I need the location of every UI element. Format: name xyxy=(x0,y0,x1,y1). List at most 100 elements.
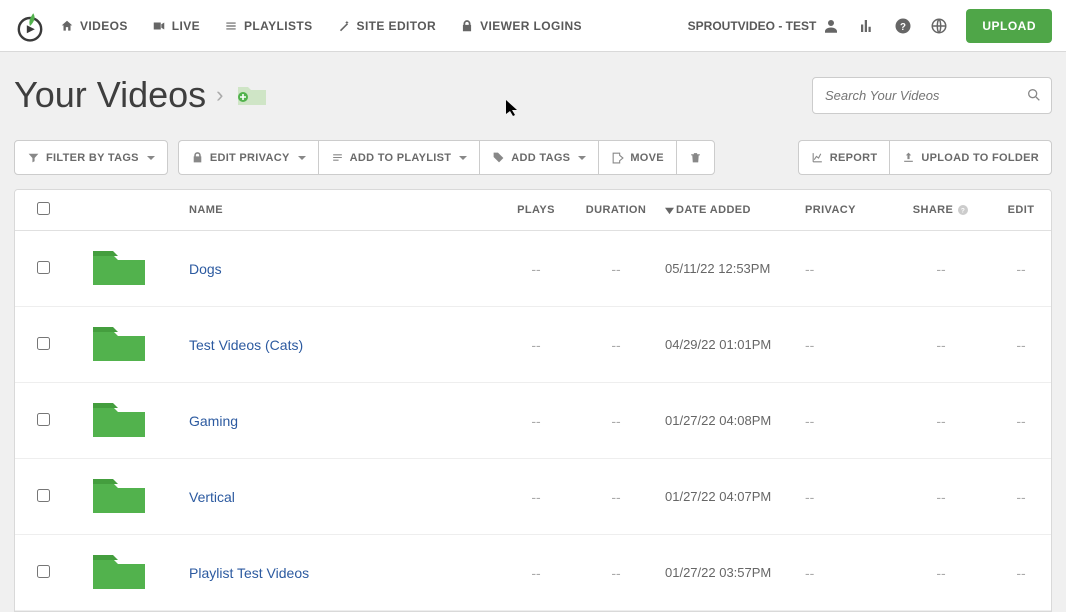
filter-by-tags-button[interactable]: FILTER BY TAGS xyxy=(14,140,168,175)
svg-text:?: ? xyxy=(961,208,965,215)
edit-cell: -- xyxy=(991,413,1051,429)
nav-live[interactable]: LIVE xyxy=(152,19,200,33)
row-checkbox[interactable] xyxy=(37,337,50,350)
plays-cell: -- xyxy=(501,565,571,581)
row-checkbox[interactable] xyxy=(37,565,50,578)
plays-cell: -- xyxy=(501,413,571,429)
row-checkbox[interactable] xyxy=(37,489,50,502)
globe-icon[interactable] xyxy=(930,17,948,35)
move-button[interactable]: MOVE xyxy=(598,140,676,175)
tag-icon xyxy=(492,151,505,164)
report-button[interactable]: REPORT xyxy=(798,140,890,175)
col-duration[interactable]: DURATION xyxy=(571,204,661,216)
account-menu[interactable]: SPROUTVIDEO - TEST xyxy=(688,17,841,35)
folder-icon[interactable] xyxy=(89,321,149,365)
table-header: NAME PLAYS DURATION DATE ADDED PRIVACY S… xyxy=(15,190,1051,231)
row-checkbox[interactable] xyxy=(37,413,50,426)
wand-icon xyxy=(337,19,351,33)
col-privacy[interactable]: PRIVACY xyxy=(801,204,891,216)
col-date-added[interactable]: DATE ADDED xyxy=(661,204,801,216)
search-wrap xyxy=(812,77,1052,114)
search-input[interactable] xyxy=(812,77,1052,114)
nav-site-editor[interactable]: SITE EDITOR xyxy=(337,19,437,33)
breadcrumb-chevron-icon: › xyxy=(216,82,223,108)
date-cell: 01/27/22 04:08PM xyxy=(661,413,801,428)
plays-cell: -- xyxy=(501,261,571,277)
privacy-cell: -- xyxy=(801,565,891,581)
privacy-cell: -- xyxy=(801,261,891,277)
filter-icon xyxy=(27,151,40,164)
share-cell: -- xyxy=(891,413,991,429)
col-share[interactable]: SHARE? xyxy=(891,204,991,216)
edit-privacy-button[interactable]: EDIT PRIVACY xyxy=(178,140,318,175)
duration-cell: -- xyxy=(571,261,661,277)
upload-button[interactable]: UPLOAD xyxy=(966,9,1052,43)
edit-cell: -- xyxy=(991,489,1051,505)
chart-icon xyxy=(811,151,824,164)
folder-name-link[interactable]: Dogs xyxy=(189,261,222,277)
date-cell: 01/27/22 04:07PM xyxy=(661,489,801,504)
edit-cell: -- xyxy=(991,261,1051,277)
sort-desc-icon xyxy=(665,206,674,215)
delete-button[interactable] xyxy=(676,140,715,175)
lock-icon xyxy=(191,151,204,164)
home-icon xyxy=(60,19,74,33)
lock-icon xyxy=(460,19,474,33)
add-to-playlist-button[interactable]: ADD TO PLAYLIST xyxy=(318,140,480,175)
table-row: Playlist Test Videos -- -- 01/27/22 03:5… xyxy=(15,535,1051,611)
nav-videos[interactable]: VIDEOS xyxy=(60,19,128,33)
share-cell: -- xyxy=(891,489,991,505)
duration-cell: -- xyxy=(571,413,661,429)
new-folder-button[interactable] xyxy=(234,83,270,107)
row-checkbox[interactable] xyxy=(37,261,50,274)
svg-text:?: ? xyxy=(900,21,906,32)
edit-cell: -- xyxy=(991,337,1051,353)
plays-cell: -- xyxy=(501,337,571,353)
table-row: Gaming -- -- 01/27/22 04:08PM -- -- -- xyxy=(15,383,1051,459)
logo-icon xyxy=(14,10,46,42)
playlist-icon xyxy=(331,151,344,164)
col-edit[interactable]: EDIT xyxy=(991,204,1051,216)
folder-name-link[interactable]: Test Videos (Cats) xyxy=(189,337,303,353)
analytics-icon[interactable] xyxy=(858,17,876,35)
privacy-cell: -- xyxy=(801,337,891,353)
folder-name-link[interactable]: Vertical xyxy=(189,489,235,505)
folder-icon[interactable] xyxy=(89,245,149,289)
nav-viewer-logins[interactable]: VIEWER LOGINS xyxy=(460,19,582,33)
plays-cell: -- xyxy=(501,489,571,505)
folder-name-link[interactable]: Gaming xyxy=(189,413,238,429)
date-cell: 01/27/22 03:57PM xyxy=(661,565,801,580)
duration-cell: -- xyxy=(571,337,661,353)
page-title: Your Videos › xyxy=(14,74,270,116)
search-icon[interactable] xyxy=(1026,87,1042,103)
upload-icon xyxy=(902,151,915,164)
share-cell: -- xyxy=(891,261,991,277)
upload-to-folder-button[interactable]: UPLOAD TO FOLDER xyxy=(889,140,1052,175)
nav-playlists[interactable]: PLAYLISTS xyxy=(224,19,313,33)
date-cell: 04/29/22 01:01PM xyxy=(661,337,801,352)
camera-icon xyxy=(152,19,166,33)
add-tags-button[interactable]: ADD TAGS xyxy=(479,140,598,175)
help-icon: ? xyxy=(957,204,969,216)
col-name[interactable]: NAME xyxy=(185,204,501,216)
video-table: NAME PLAYS DURATION DATE ADDED PRIVACY S… xyxy=(14,189,1052,612)
privacy-cell: -- xyxy=(801,489,891,505)
privacy-cell: -- xyxy=(801,413,891,429)
help-icon[interactable]: ? xyxy=(894,17,912,35)
list-icon xyxy=(224,19,238,33)
date-cell: 05/11/22 12:53PM xyxy=(661,261,801,276)
folder-icon[interactable] xyxy=(89,549,149,593)
table-row: Test Videos (Cats) -- -- 04/29/22 01:01P… xyxy=(15,307,1051,383)
top-nav: VIDEOS LIVE PLAYLISTS SITE EDITOR VIEWER… xyxy=(0,0,1066,52)
folder-name-link[interactable]: Playlist Test Videos xyxy=(189,565,309,581)
table-row: Vertical -- -- 01/27/22 04:07PM -- -- -- xyxy=(15,459,1051,535)
col-plays[interactable]: PLAYS xyxy=(501,204,571,216)
edit-cell: -- xyxy=(991,565,1051,581)
duration-cell: -- xyxy=(571,489,661,505)
folder-icon[interactable] xyxy=(89,473,149,517)
trash-icon xyxy=(689,151,702,164)
user-icon xyxy=(822,17,840,35)
select-all-checkbox[interactable] xyxy=(37,202,50,215)
share-cell: -- xyxy=(891,337,991,353)
folder-icon[interactable] xyxy=(89,397,149,441)
